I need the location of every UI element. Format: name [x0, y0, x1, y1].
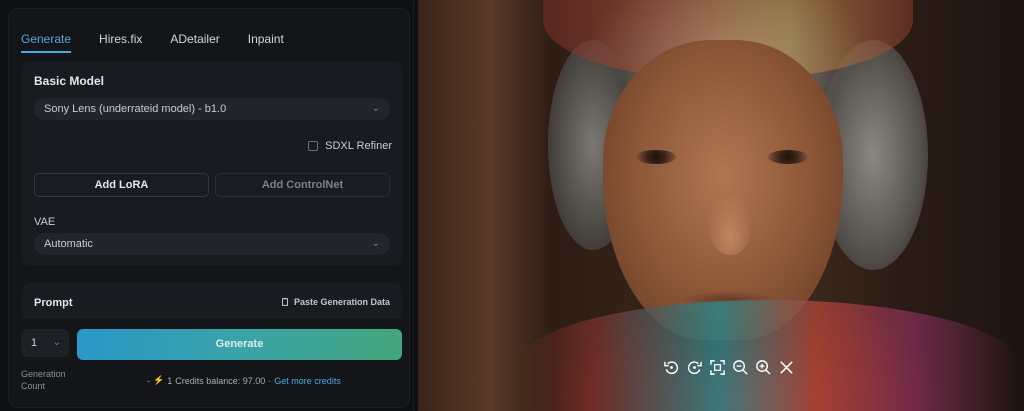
tab-inpaint[interactable]: Inpaint — [248, 31, 284, 53]
get-more-credits-link[interactable]: Get more credits — [274, 376, 341, 386]
zoom-out-icon[interactable] — [731, 358, 749, 376]
credits-separator: · — [268, 375, 272, 386]
vae-select-value: Automatic — [44, 238, 93, 250]
add-controlnet-button[interactable]: Add ControlNet — [215, 173, 390, 197]
basic-model-title: Basic Model — [34, 74, 105, 88]
vae-select[interactable]: Automatic ⌄ — [34, 233, 390, 255]
sdxl-refiner-toggle[interactable]: SDXL Refiner — [308, 140, 392, 152]
image-toolbar — [662, 358, 795, 376]
tab-adetailer[interactable]: ADetailer — [170, 31, 219, 53]
close-icon[interactable] — [777, 358, 795, 376]
paste-generation-data-button[interactable]: Paste Generation Data — [280, 297, 390, 307]
chevron-down-icon: ⌄ — [371, 103, 380, 114]
generation-count-select[interactable]: 1 ⌄ — [21, 329, 69, 357]
image-eye-right — [768, 150, 808, 164]
generated-image — [418, 0, 1024, 411]
rotate-right-icon[interactable] — [685, 358, 703, 376]
generation-count-value: 1 — [31, 337, 38, 349]
sdxl-refiner-checkbox[interactable] — [308, 141, 319, 151]
fit-screen-icon[interactable] — [708, 358, 726, 376]
generation-count-label: Generation Count — [21, 369, 66, 391]
model-select[interactable]: Sony Lens (underrateid model) - b1.0 ⌄ — [34, 98, 390, 120]
vae-label: VAE — [34, 216, 56, 228]
image-scarf — [518, 300, 1018, 411]
credits-balance: Credits balance: 97.00 — [175, 375, 266, 386]
prompt-title: Prompt — [34, 297, 73, 309]
tab-hires-fix[interactable]: Hires.fix — [99, 31, 142, 53]
bolt-icon: ⚡ — [153, 375, 165, 385]
model-select-value: Sony Lens (underrateid model) - b1.0 — [44, 103, 227, 115]
settings-panel: Generate Hires.fix ADetailer Inpaint Bas… — [0, 0, 414, 411]
sdxl-refiner-label: SDXL Refiner — [325, 140, 392, 152]
basic-model-card: Basic Model Sony Lens (underrateid model… — [22, 61, 402, 266]
credits-prefix: - — [147, 375, 150, 386]
credits-info: - ⚡ 1 Credits balance: 97.00 · Get more … — [147, 375, 341, 386]
add-lora-button[interactable]: Add LoRA — [34, 173, 209, 197]
chevron-down-icon: ⌄ — [371, 238, 380, 249]
chevron-down-icon: ⌄ — [52, 337, 61, 348]
tab-generate[interactable]: Generate — [21, 31, 72, 53]
tab-bar: Generate Hires.fix ADetailer Inpaint — [21, 31, 312, 57]
zoom-in-icon[interactable] — [754, 358, 772, 376]
paste-icon — [281, 297, 288, 306]
settings-panel-inner: Generate Hires.fix ADetailer Inpaint Bas… — [8, 8, 410, 408]
image-nose — [708, 195, 752, 255]
generate-button[interactable]: Generate — [77, 329, 402, 360]
credits-cost: 1 — [167, 375, 173, 386]
paste-generation-data-label: Paste Generation Data — [293, 297, 390, 307]
image-eye-left — [636, 150, 676, 164]
prompt-card: Prompt Paste Generation Data — [22, 283, 402, 319]
rotate-left-icon[interactable] — [662, 358, 680, 376]
